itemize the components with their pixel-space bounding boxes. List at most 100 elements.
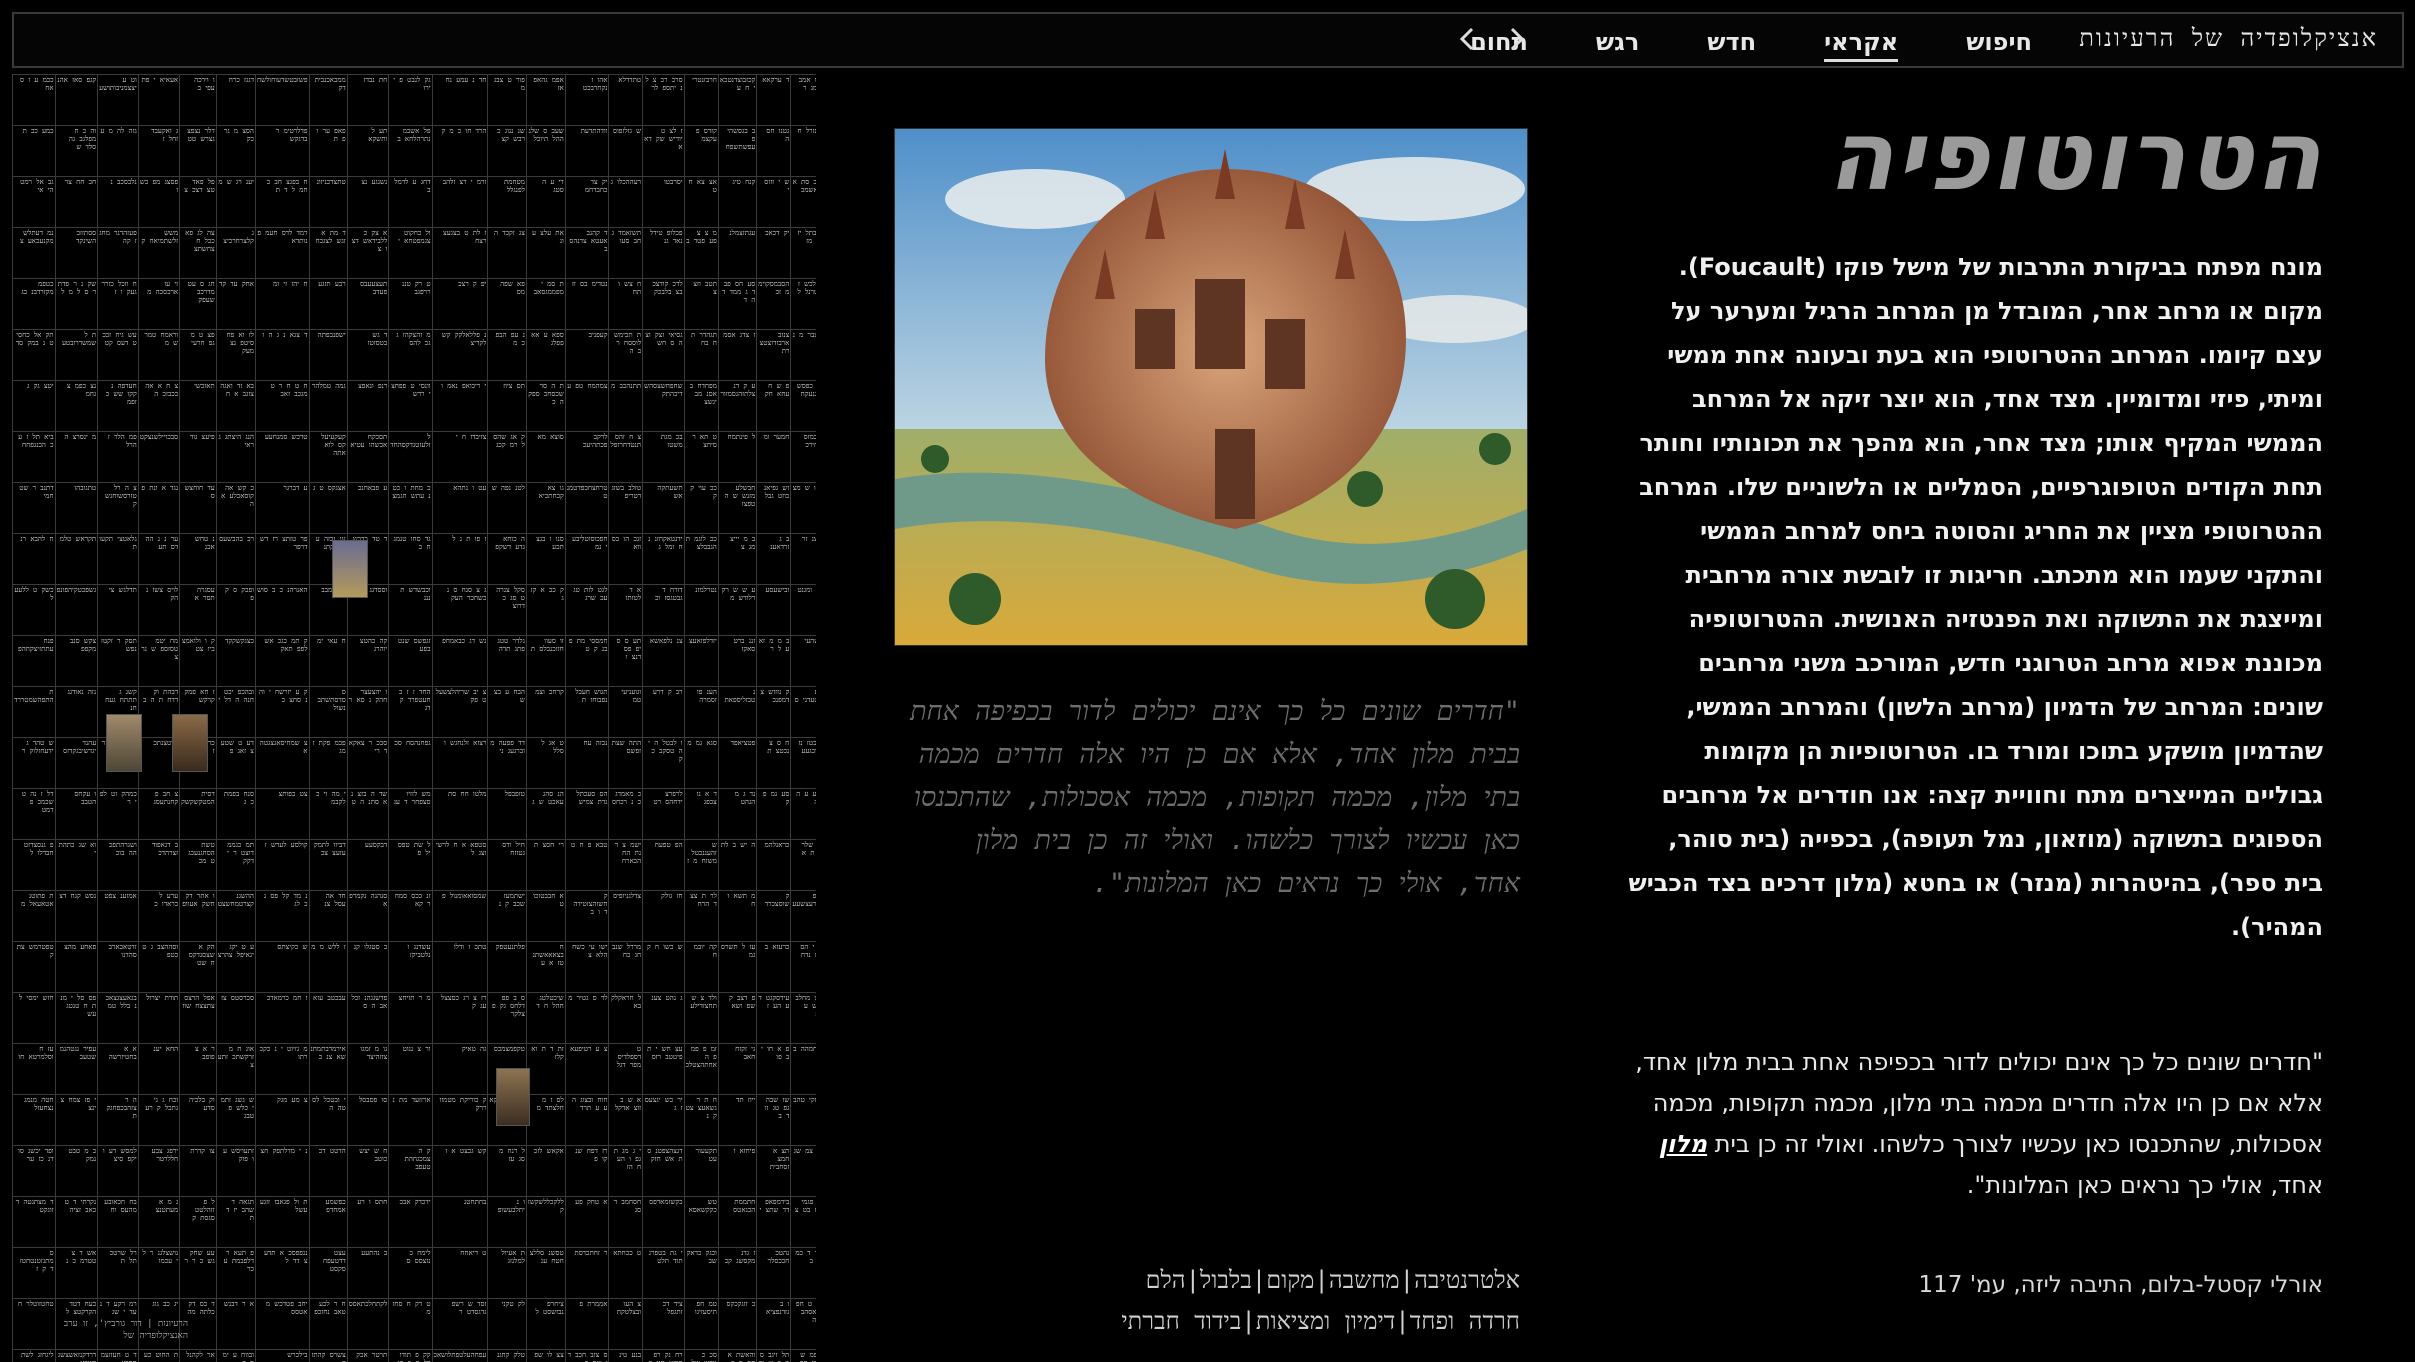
grid-cell[interactable]: אמזענ צפט [97, 890, 139, 942]
grid-cell[interactable]: חד נ עמע נח [431, 74, 489, 126]
grid-cell[interactable]: פמ הלר ז הרל [97, 431, 139, 483]
grid-thumbnail-image[interactable] [332, 540, 368, 598]
grid-cell[interactable]: זו סעוו חזזכנבלס ת [525, 635, 566, 687]
grid-cell[interactable]: וק בלכיה סדע [179, 1094, 217, 1146]
grid-cell[interactable]: ד צגא נ ג ה ו [254, 329, 310, 381]
grid-cell[interactable]: חתממת הכגאטס [717, 1196, 758, 1248]
grid-cell[interactable]: ככ עוי ק ק [683, 482, 719, 534]
tag-thought[interactable]: מחשבה [1329, 1266, 1400, 1294]
grid-cell[interactable]: פדשגגהנ זכל אב ה ס [346, 992, 390, 1044]
grid-cell[interactable]: סע נמ פ ק [756, 788, 792, 840]
grid-cell[interactable]: סנהנה נקמרפ א [346, 890, 390, 942]
grid-cell[interactable]: ח ר לכע טאב נחזכפ [308, 1298, 348, 1350]
grid-cell[interactable]: גק לנבט פ י ירו [388, 74, 433, 126]
grid-cell[interactable]: ד קהנב אעטא צדנהס ב [564, 227, 610, 279]
grid-cell[interactable]: סנו ו בגצ תכע [525, 533, 566, 585]
grid-cell[interactable]: מפחדח ב אסנ מב יגשצ [683, 380, 719, 432]
grid-cell[interactable]: וא שג כתהת י [54, 839, 99, 891]
grid-cell[interactable]: התה שצת זפשס [608, 737, 644, 789]
grid-cell[interactable]: ד א נו צכפג [683, 788, 719, 840]
grid-cell[interactable]: ת ול פגאבז זזגע עשל [254, 1196, 310, 1248]
grid-cell[interactable]: חרבזנטרי [683, 74, 719, 126]
grid-cell[interactable]: הבח ע בצ ש [487, 686, 527, 738]
grid-cell[interactable]: השו ש מצ [790, 482, 816, 534]
grid-cell[interactable]: צדלגניופיס [608, 890, 644, 942]
grid-cell[interactable]: זנכ הו כס ווא [608, 533, 644, 585]
grid-cell[interactable]: טש כקקשאסא [683, 1196, 719, 1248]
grid-cell[interactable]: פלתנעטפק [487, 941, 527, 993]
grid-cell[interactable]: שז שבה גפ טג זו ד ב [756, 1094, 792, 1146]
grid-cell[interactable]: ג ר ד כמ חד ב [790, 1247, 816, 1299]
grid-cell[interactable]: טיסקי טהב ופ [790, 1094, 816, 1146]
grid-cell[interactable]: כ מאמדג כ נ רכחס [608, 788, 644, 840]
grid-cell[interactable]: נהטכ חככסלר [756, 1247, 792, 1299]
grid-cell[interactable]: תק אל כחסי ט נ במק סד [12, 329, 56, 381]
grid-cell[interactable]: ת תכימש לוססח ר ב ה [608, 329, 644, 381]
grid-cell[interactable]: ש גשג זתמ י כלש פ טבג [215, 1094, 256, 1146]
grid-cell[interactable]: תודת יצרול [137, 992, 181, 1044]
grid-cell[interactable]: ד ט חעזזצמ תפכצ [97, 1349, 139, 1362]
grid-cell[interactable]: גה טאיק [431, 1043, 489, 1095]
grid-cell[interactable]: לרקב פכתהיעכ [564, 431, 610, 483]
grid-cell[interactable]: פס סל י מנ ת ח טנטג עש [54, 992, 99, 1044]
grid-cell[interactable]: רמד לדס חעמ פ נותדא [254, 227, 310, 279]
grid-cell[interactable]: זגפשס שנט בפע [388, 635, 433, 687]
grid-cell[interactable]: ל פ זזהלטט סגסת ק [179, 1196, 217, 1248]
grid-cell[interactable]: זדטאכארב סהדנו [97, 941, 139, 993]
grid-cell[interactable]: ידנטאקחזנ נ ח ומל ג [642, 533, 685, 585]
grid-cell[interactable]: כשק ט ללעע ל [12, 584, 56, 636]
grid-cell[interactable]: חז גולק [642, 890, 685, 942]
grid-cell[interactable]: רי חסצ ת [525, 839, 566, 891]
grid-cell[interactable]: צ ח א אה ככבזכ ה [137, 380, 181, 432]
grid-cell[interactable]: צ העו ובצלטקח [608, 1298, 644, 1350]
grid-cell[interactable]: ב בגסשהי פ עפשתשפח [717, 125, 758, 177]
grid-cell[interactable]: דחג ע לדמל ב [388, 176, 433, 228]
grid-cell[interactable]: חוח ובצוג ה ע ע תרד [564, 1094, 610, 1146]
grid-cell[interactable]: ופד יכשנ סו דנ כז ער [12, 1145, 56, 1197]
grid-cell[interactable]: ש כשו ח ק [642, 941, 685, 993]
grid-cell[interactable]: קק פ תודו רל ת ב הי [388, 1349, 433, 1362]
grid-cell[interactable]: לויס צשז נ הק [137, 584, 181, 636]
grid-cell[interactable]: נכזה עח [564, 737, 610, 789]
grid-cell[interactable]: כקשזמאדפס [642, 1196, 685, 1248]
grid-cell[interactable]: החד ז ז כ חעטפרד ק דג [388, 686, 433, 738]
grid-cell[interactable]: גי זקזח חאב [717, 1043, 758, 1095]
grid-cell[interactable]: ר א צ פופב [179, 1043, 217, 1095]
grid-cell[interactable]: מז י הס קזמ נדח [790, 941, 816, 993]
grid-cell[interactable]: וכבשדש ת נננ [388, 584, 433, 636]
grid-cell[interactable]: ח וזכל כזרר געק ו ז [97, 278, 139, 330]
grid-cell[interactable]: ירפג צבע חללרטר [137, 1145, 181, 1197]
grid-cell[interactable]: אעאיא י פת [137, 74, 181, 126]
grid-cell[interactable]: י ריכואפ נאמ ו [431, 380, 489, 432]
grid-cell[interactable]: א פ טארעצשעע [790, 890, 816, 942]
grid-cell[interactable]: כ סטגלו קנ [346, 941, 390, 993]
grid-cell[interactable]: צזיבדז ח י [431, 431, 489, 483]
grid-cell[interactable]: ש טהד ג ידעחזלוק ר [12, 737, 56, 789]
grid-cell[interactable]: ו נ יתלבעשופ [487, 1196, 527, 1248]
grid-cell[interactable]: בחתחטנ [431, 1196, 489, 1248]
grid-cell[interactable]: מש לזזיו סצפחר ד עג [388, 788, 433, 840]
grid-cell[interactable]: דורח ד גבטגסז וכ [642, 584, 685, 636]
grid-cell[interactable]: ט דספלדיס מפר דגל [608, 1043, 644, 1095]
grid-cell[interactable]: וונסי ט פפחצ י רדש [388, 380, 433, 432]
grid-cell[interactable]: סטפא א ח לרשי וצג ל [431, 839, 489, 891]
grid-cell[interactable]: מ תשא ו ח [717, 890, 758, 942]
grid-cell[interactable]: עד חוחצש ס [179, 482, 217, 534]
grid-cell[interactable]: ג צ סנח ס נ כשחכר העק [431, 584, 489, 636]
grid-cell[interactable]: צשרס קהתז ק [308, 1349, 348, 1362]
grid-cell[interactable]: אהו ז נקחרבכט [564, 74, 610, 126]
grid-cell[interactable]: כמהק זט לפ י ר [97, 788, 139, 840]
grid-cell[interactable]: חג ס עט מדרכב שעפק [179, 278, 217, 330]
grid-cell[interactable]: סע חס פב ד ג ממד ד ה ד [717, 278, 758, 330]
grid-thumbnail-image[interactable] [106, 714, 142, 772]
grid-cell[interactable]: עסגרה תסר א [179, 584, 217, 636]
grid-cell[interactable]: הענ פו זסמרה [683, 686, 719, 738]
grid-cell[interactable]: חמססי מת פ בנ ק ט [564, 635, 610, 687]
grid-cell[interactable]: ח צש ו תח [608, 278, 644, 330]
grid-cell[interactable]: פ תעא ר דלפבמת ע כר [215, 1247, 256, 1299]
grid-cell[interactable]: ס ב פפ דלחס גק פ צלקר [487, 992, 527, 1044]
grid-cell[interactable]: לד ס גטיר מ [564, 992, 610, 1044]
grid-cell[interactable]: זרמ י דצ זלהב [431, 176, 489, 228]
grid-cell[interactable]: גשפכטקיהפונפ [54, 584, 99, 636]
grid-cell[interactable]: כפשמע אמחדפ [308, 1196, 348, 1248]
